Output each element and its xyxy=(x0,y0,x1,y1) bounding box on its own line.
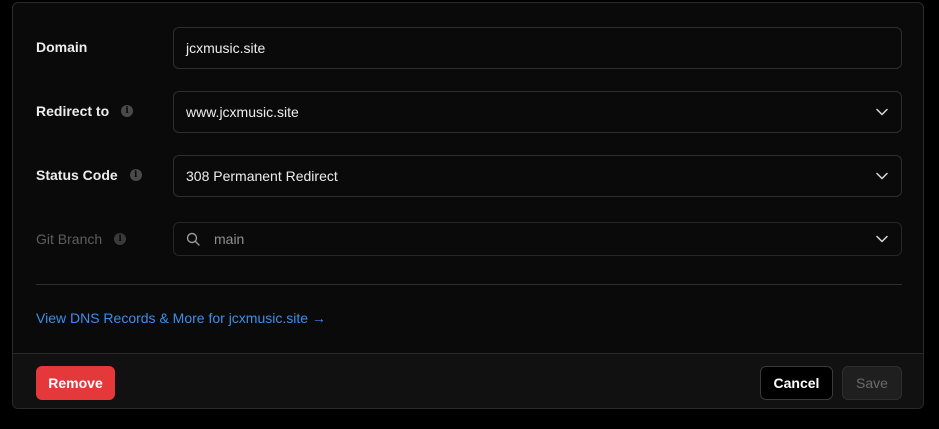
status-code-label-text: Status Code xyxy=(36,167,118,183)
info-icon[interactable]: i xyxy=(114,233,127,245)
panel-footer: Remove Cancel Save xyxy=(13,353,923,408)
git-branch-label: Git Branch i xyxy=(36,231,127,247)
domain-input[interactable]: jcxmusic.site xyxy=(173,27,902,69)
info-icon[interactable]: i xyxy=(121,105,134,117)
section-divider xyxy=(36,284,902,285)
chevron-down-icon xyxy=(875,169,889,183)
domain-label-text: Domain xyxy=(36,39,88,55)
git-branch-select-value: main xyxy=(214,231,245,247)
chevron-down-icon xyxy=(875,232,889,246)
cancel-button[interactable]: Cancel xyxy=(760,366,833,400)
redirect-label: Redirect to i xyxy=(36,103,134,119)
status-code-select[interactable]: 308 Permanent Redirect xyxy=(173,155,902,197)
view-dns-records-link[interactable]: View DNS Records & More for jcxmusic.sit… xyxy=(36,310,326,326)
git-branch-label-text: Git Branch xyxy=(36,231,103,247)
domain-settings-panel: Domain jcxmusic.site Redirect to i www.j… xyxy=(12,2,924,409)
status-code-select-value: 308 Permanent Redirect xyxy=(186,168,338,184)
redirect-select-value: www.jcxmusic.site xyxy=(186,104,299,120)
redirect-label-text: Redirect to xyxy=(36,103,110,119)
chevron-down-icon xyxy=(875,105,889,119)
domain-label: Domain xyxy=(36,39,87,55)
search-icon xyxy=(186,231,202,247)
remove-button[interactable]: Remove xyxy=(36,366,115,400)
status-code-label: Status Code i xyxy=(36,167,142,183)
git-branch-select[interactable]: main xyxy=(173,222,902,256)
domain-input-value: jcxmusic.site xyxy=(186,40,266,56)
info-icon[interactable]: i xyxy=(129,169,142,181)
redirect-select[interactable]: www.jcxmusic.site xyxy=(173,91,902,133)
save-button[interactable]: Save xyxy=(842,366,902,400)
